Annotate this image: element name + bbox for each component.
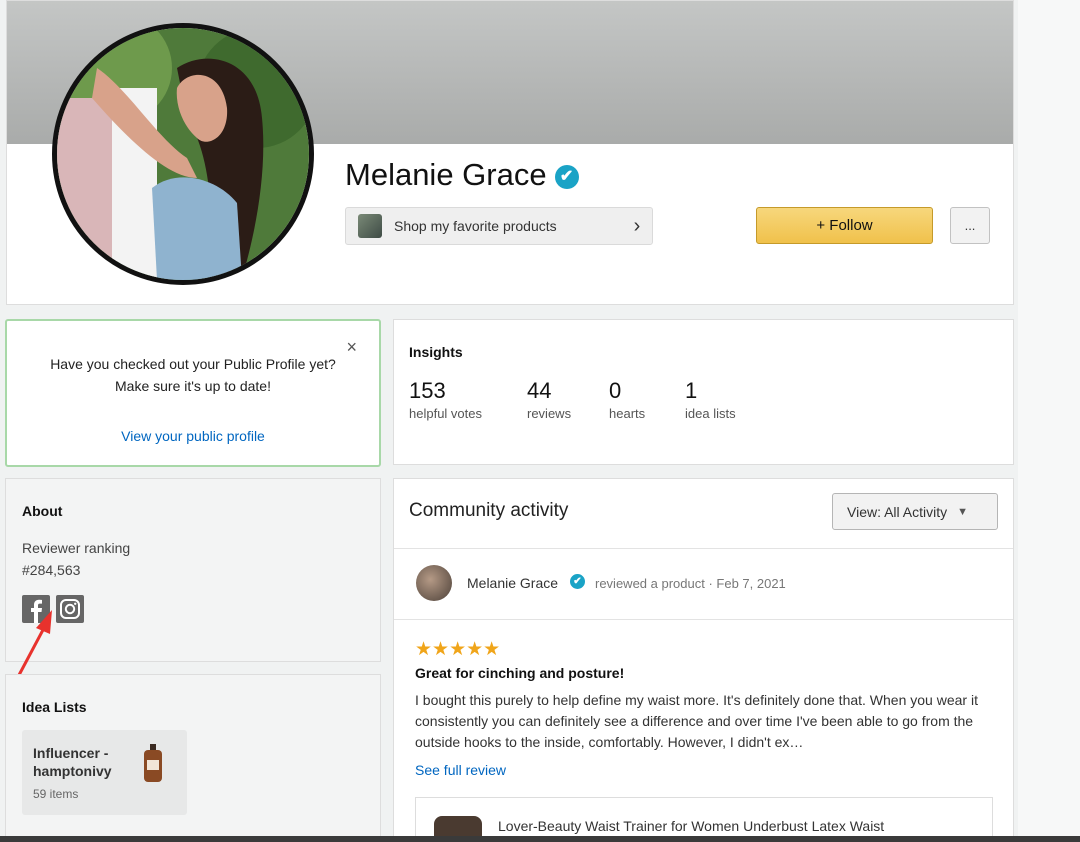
profile-name-text: Melanie Grace <box>345 157 547 192</box>
stat-value: 153 <box>409 378 446 403</box>
insights-card: Insights 153 helpful votes 44 reviews 0 … <box>393 319 1014 465</box>
chevron-down-icon: ▼ <box>957 505 969 518</box>
follow-button[interactable]: + Follow <box>756 207 933 244</box>
stat-reviews: 44 reviews <box>527 378 571 421</box>
stat-label: reviews <box>527 406 572 421</box>
review-body: I bought this purely to help define my w… <box>415 692 978 750</box>
close-icon[interactable]: × <box>346 337 357 358</box>
stat-value: 0 <box>609 378 622 403</box>
verified-icon: ✔ <box>554 165 579 189</box>
notice-line-1: Have you checked out your Public Profile… <box>50 356 336 372</box>
idea-list-name: Influencer - hamptonivy <box>33 745 112 779</box>
stat-helpful-votes: 153 helpful votes <box>409 378 482 421</box>
stat-value: 44 <box>527 378 552 403</box>
product-title[interactable]: Lover-Beauty Waist Trainer for Women Und… <box>498 818 884 834</box>
reviewer-ranking-value: #284,563 <box>22 562 81 578</box>
stat-label: helpful votes <box>409 406 482 421</box>
about-card: About Reviewer ranking #284,563 <box>5 478 381 662</box>
instagram-icon[interactable] <box>56 595 84 623</box>
idea-lists-title: Idea Lists <box>22 699 87 715</box>
activity-avatar[interactable] <box>416 565 452 601</box>
divider <box>394 619 1013 620</box>
divider <box>394 548 1013 549</box>
chevron-right-icon: › <box>633 214 641 237</box>
idea-lists-card: Idea Lists Influencer - hamptonivy 59 it… <box>5 674 381 842</box>
reviewer-ranking-label: Reviewer ranking <box>22 540 131 556</box>
view-public-profile-link[interactable]: View your public profile <box>7 428 379 444</box>
bottom-edge <box>0 836 1080 842</box>
more-options-button[interactable]: ... <box>950 207 990 244</box>
profile-header: Melanie Grace ✔ Shop my favorite products… <box>6 0 1014 305</box>
profile-name: Melanie Grace ✔ <box>345 157 579 193</box>
stat-hearts: 0 hearts <box>609 378 645 421</box>
shop-thumbnail <box>358 214 382 238</box>
review-title: Great for cinching and posture! <box>415 665 625 681</box>
stat-label: hearts <box>609 406 646 421</box>
stat-label: idea lists <box>685 406 736 421</box>
profile-page: Melanie Grace ✔ Shop my favorite products… <box>0 0 1080 842</box>
bottle-icon <box>144 744 162 782</box>
shop-favorites-button[interactable]: Shop my favorite products › <box>345 207 653 245</box>
activity-view-select[interactable]: View: All Activity ▼ <box>832 493 998 530</box>
avatar-photo <box>57 28 309 280</box>
profile-avatar[interactable] <box>52 23 314 285</box>
about-title: About <box>22 503 63 519</box>
insights-title: Insights <box>409 344 463 360</box>
idea-list-count: 59 items <box>33 787 79 801</box>
activity-meta: reviewed a product · Feb 7, 2021 <box>595 576 786 591</box>
community-activity-card: Community activity View: All Activity ▼ … <box>393 478 1014 842</box>
notice-line-2: Make sure it's up to date! <box>115 378 271 394</box>
idea-list-item[interactable]: Influencer - hamptonivy 59 items <box>22 730 187 815</box>
shop-button-label: Shop my favorite products <box>394 218 557 234</box>
stat-value: 1 <box>685 378 698 403</box>
right-gutter <box>1018 0 1080 842</box>
see-full-review-link[interactable]: See full review <box>415 762 506 778</box>
activity-author[interactable]: Melanie Grace <box>467 575 558 591</box>
star-rating: ★★★★★ <box>415 639 501 660</box>
public-profile-notice: × Have you checked out your Public Profi… <box>5 319 381 467</box>
stat-idea-lists: 1 idea lists <box>685 378 736 421</box>
community-title: Community activity <box>409 500 569 521</box>
verified-icon: ✔ <box>570 574 585 589</box>
view-select-value: View: All Activity <box>847 503 948 520</box>
